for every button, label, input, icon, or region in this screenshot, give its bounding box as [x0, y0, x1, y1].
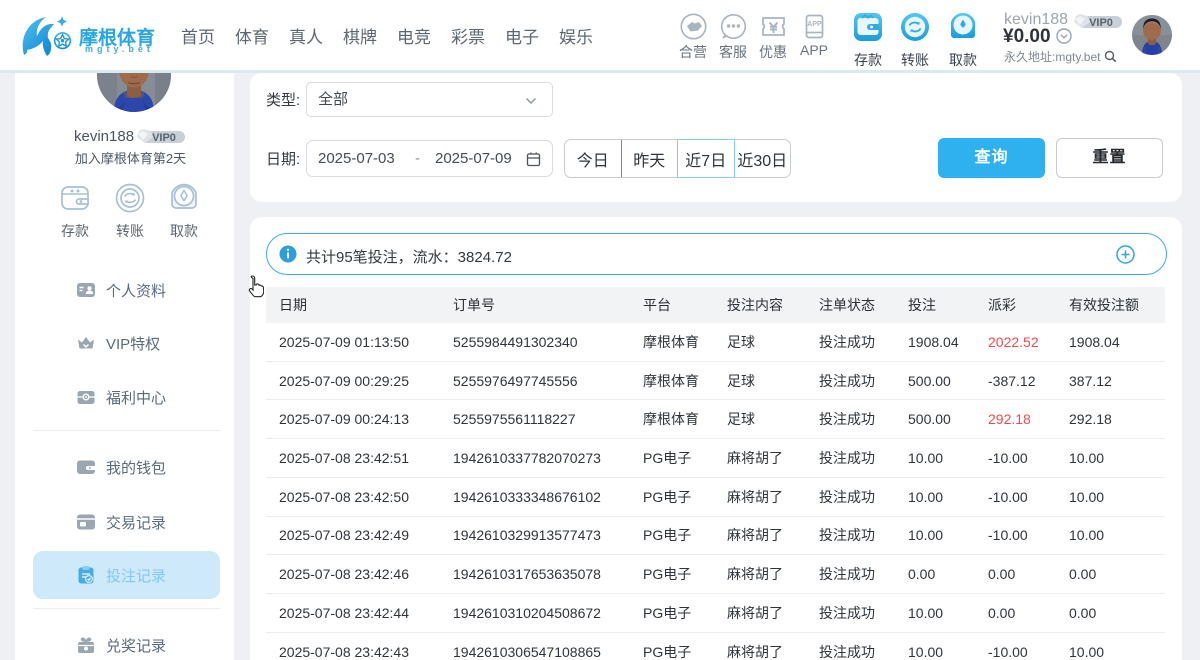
- svg-text:VIP0: VIP0: [152, 132, 176, 144]
- svg-text:APP: APP: [807, 21, 822, 28]
- svg-text:VIP0: VIP0: [1089, 17, 1113, 29]
